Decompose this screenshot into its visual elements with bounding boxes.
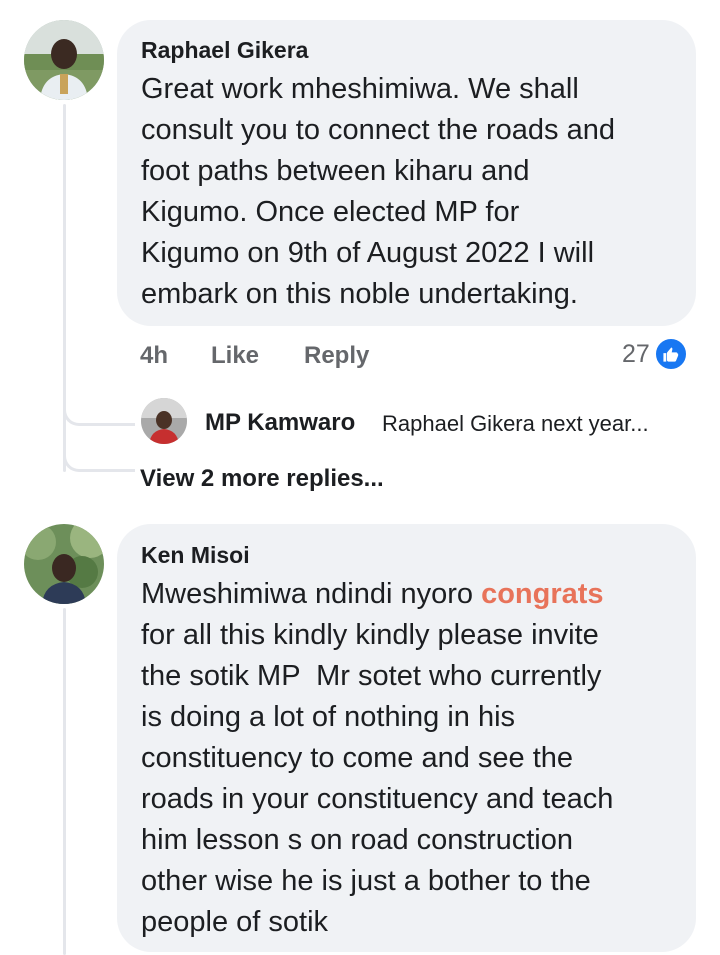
comment-line: is doing a lot of nothing in his xyxy=(141,701,516,733)
reply-author[interactable]: MP Kamwaro xyxy=(205,409,355,437)
like-button[interactable]: Like xyxy=(211,342,259,370)
reply-preview-text[interactable]: Raphael Gikera next year... xyxy=(382,411,649,437)
avatar[interactable] xyxy=(24,20,104,100)
comment-line: Great work mheshimiwa. We shall xyxy=(141,73,579,105)
thread-connector-branch xyxy=(63,444,135,472)
thread-connector xyxy=(63,608,66,955)
reply-button[interactable]: Reply xyxy=(304,342,369,370)
reaction-count: 27 xyxy=(622,339,650,368)
comment-timestamp: 4h xyxy=(140,342,169,369)
view-more-replies-link[interactable]: View 2 more replies... xyxy=(140,465,384,493)
comment-line: embark on this noble undertaking. xyxy=(141,278,578,310)
thread-connector-branch xyxy=(63,398,135,426)
comment-author[interactable]: Raphael Gikera xyxy=(141,37,308,64)
reply-avatar[interactable] xyxy=(141,398,187,444)
highlighted-word[interactable]: congrats xyxy=(481,578,603,610)
comment-line: other wise he is just a bother to the xyxy=(141,865,591,897)
reaction-summary[interactable]: 27 xyxy=(622,337,688,371)
avatar[interactable] xyxy=(24,524,104,604)
comment-line: Kigumo on 9th of August 2022 I will xyxy=(141,237,595,269)
comment-line: him lesson s on road construction xyxy=(141,824,573,856)
comment-line-start: Mweshimiwa ndindi nyoro xyxy=(141,578,482,610)
comment-line: consult you to connect the roads and xyxy=(141,114,615,146)
comment-line: the sotik MP Mr sotet who currently xyxy=(141,660,602,692)
user-photo-icon xyxy=(24,524,104,604)
comment-line: for all this kindly kindly please invite xyxy=(141,619,599,651)
comment-line: foot paths between kiharu and xyxy=(141,155,530,187)
comment-line: Kigumo. Once elected MP for xyxy=(141,196,520,228)
comment-line: people of sotik xyxy=(141,906,329,938)
comment-line: constituency to come and see the xyxy=(141,742,574,774)
comment-line: roads in your constituency and teach xyxy=(141,783,614,815)
like-icon xyxy=(653,337,688,371)
user-photo-icon xyxy=(141,398,187,444)
comment-line: Mweshimiwa ndindi nyoro congrats xyxy=(141,574,604,615)
comment-author[interactable]: Ken Misoi xyxy=(141,542,250,569)
user-photo-icon xyxy=(24,20,104,100)
